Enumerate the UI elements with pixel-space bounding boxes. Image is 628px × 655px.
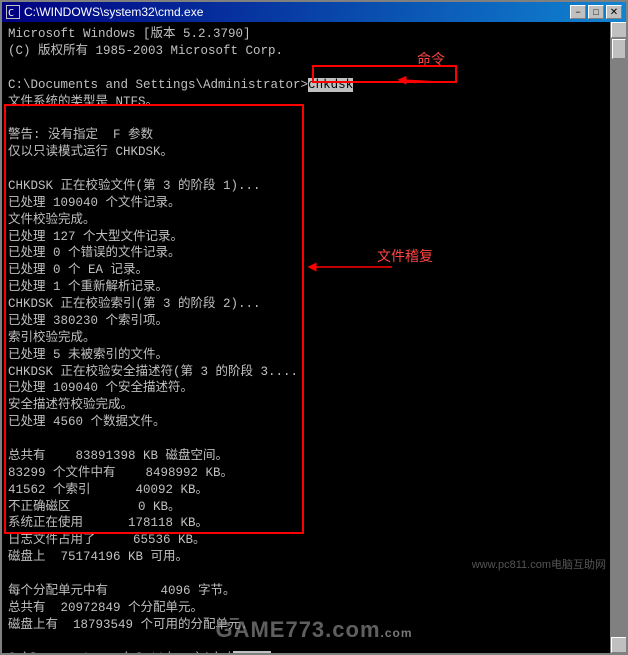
minimize-button[interactable]: − <box>570 5 586 19</box>
scroll-track <box>611 38 626 637</box>
scroll-thumb[interactable] <box>612 39 626 59</box>
close-button[interactable]: ✕ <box>606 5 622 19</box>
scrollbar[interactable]: ▲ ▼ <box>610 22 626 653</box>
svg-text:C: C <box>8 8 14 18</box>
cmd-content[interactable]: Microsoft Windows [版本 5.2.3790] (C) 版权所有… <box>2 22 626 653</box>
file-annotation: 文件稽复 <box>377 247 433 266</box>
maximize-button[interactable]: □ <box>588 5 604 19</box>
command-annotation: 命令 <box>417 50 445 69</box>
title-bar-left: C C:\WINDOWS\system32\cmd.exe <box>6 5 203 19</box>
cmd-window: C C:\WINDOWS\system32\cmd.exe − □ ✕ Micr… <box>0 0 628 655</box>
cmd-icon: C <box>6 5 20 19</box>
title-text: C:\WINDOWS\system32\cmd.exe <box>24 5 203 19</box>
scroll-up-button[interactable]: ▲ <box>611 22 626 38</box>
bottom-watermark: GAME773.com.com <box>215 615 412 645</box>
title-bar: C C:\WINDOWS\system32\cmd.exe − □ ✕ <box>2 2 626 22</box>
title-buttons: − □ ✕ <box>570 5 622 19</box>
watermark: www.pc811.com电脑互助网 <box>472 558 606 573</box>
output-highlight-box <box>4 104 304 534</box>
scroll-down-button[interactable]: ▼ <box>611 637 626 653</box>
